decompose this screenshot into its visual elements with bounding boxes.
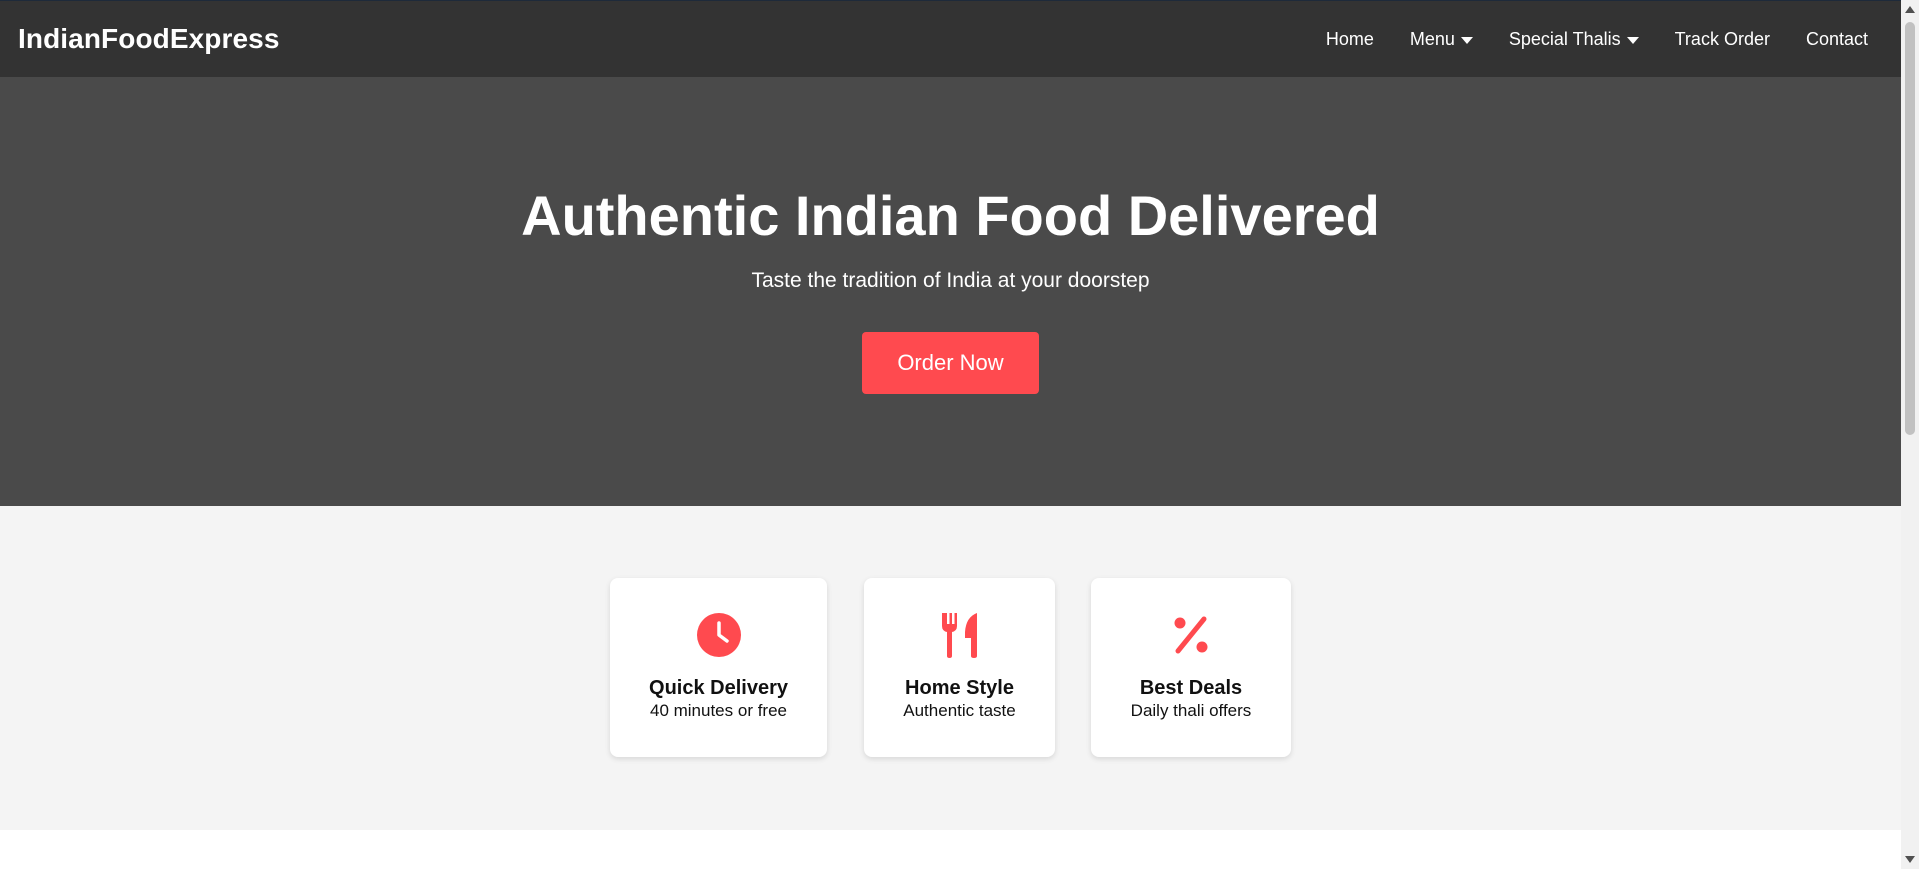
- feature-card-quick-delivery: Quick Delivery 40 minutes or free: [610, 578, 827, 757]
- nav-contact-label: Contact: [1805, 28, 1868, 49]
- order-now-button[interactable]: Order Now: [862, 332, 1039, 394]
- nav-track-order[interactable]: Track Order: [1675, 29, 1770, 50]
- nav-contact[interactable]: Contact: [1806, 29, 1868, 50]
- feature-text: 40 minutes or free: [649, 701, 787, 720]
- scroll-down-arrow-icon[interactable]: [1905, 856, 1915, 863]
- features-section: Quick Delivery 40 minutes or free Home S…: [0, 506, 1901, 830]
- nav-special-thalis-label: Special Thalis: [1508, 28, 1621, 49]
- vertical-scrollbar[interactable]: [1901, 0, 1919, 869]
- nav-menu-label: Menu: [1409, 28, 1455, 49]
- caret-down-icon: [1626, 36, 1639, 44]
- hero-subtitle: Taste the tradition of India at your doo…: [751, 269, 1150, 292]
- feature-title: Best Deals: [1139, 677, 1243, 699]
- percent-icon: [1091, 612, 1291, 658]
- nav-special-thalis[interactable]: Special Thalis: [1509, 29, 1639, 50]
- feature-text: Daily thali offers: [1130, 701, 1252, 720]
- caret-down-icon: [1460, 36, 1473, 44]
- clock-icon: [610, 612, 827, 658]
- nav-menu[interactable]: Menu: [1410, 29, 1473, 50]
- navbar: IndianFoodExpress Home Menu Special Thal…: [0, 0, 1901, 77]
- brand-logo[interactable]: IndianFoodExpress: [18, 23, 280, 55]
- utensils-icon: [864, 612, 1055, 658]
- nav-track-order-label: Track Order: [1674, 28, 1770, 49]
- page: IndianFoodExpress Home Menu Special Thal…: [0, 0, 1919, 869]
- feature-title: Quick Delivery: [649, 677, 788, 699]
- hero-title: Authentic Indian Food Delivered: [521, 184, 1380, 247]
- feature-title: Home Style: [905, 677, 1014, 699]
- nav-home[interactable]: Home: [1326, 29, 1374, 50]
- hero-section: Authentic Indian Food Delivered Taste th…: [0, 77, 1901, 506]
- scroll-up-arrow-icon[interactable]: [1905, 6, 1915, 13]
- feature-card-home-style: Home Style Authentic taste: [864, 578, 1055, 757]
- next-section: [0, 830, 1901, 869]
- nav-home-label: Home: [1325, 28, 1374, 49]
- nav-links: Home Menu Special Thalis Track Order Con…: [1290, 29, 1868, 50]
- feature-card-best-deals: Best Deals Daily thali offers: [1091, 578, 1291, 757]
- feature-text: Authentic taste: [903, 701, 1016, 720]
- scrollbar-thumb[interactable]: [1905, 22, 1915, 435]
